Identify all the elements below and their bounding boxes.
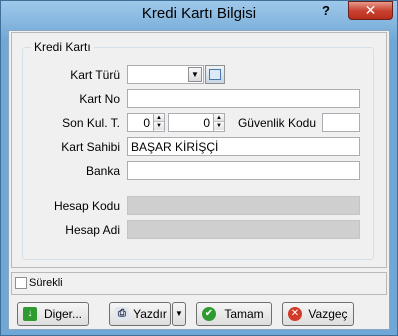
spin-up-icon[interactable]: ▲ [154,114,164,122]
kart-sahibi-label: Kart Sahibi [61,140,120,154]
printer-icon: ⎙ [115,307,129,321]
arrow-down-icon: ↓ [23,307,37,321]
hesap-adi-field [127,220,360,239]
group-legend: Kredi Kartı [31,40,94,54]
tamam-button-label: Tamam [224,307,264,321]
main-panel: Kredi Kartı Kart Türü ▼ Kart No Son Kul.… [11,32,387,268]
button-row: ↓ Diger... ⎙ Yazdır ▼ ✔ Tamam ✕ Vazgeç [9,299,389,329]
chevron-down-icon[interactable]: ▼ [188,67,202,82]
son-kul-month-value: 0 [143,116,150,130]
yazdir-button[interactable]: ⎙ Yazdır [109,302,171,326]
hesap-kodu-label: Hesap Kodu [53,199,120,213]
tamam-button[interactable]: ✔ Tamam [196,302,272,326]
diger-button[interactable]: ↓ Diger... [17,302,89,326]
kart-no-label: Kart No [79,92,120,106]
cancel-icon: ✕ [288,307,302,321]
dialog-client-area: Kredi Kartı Kart Türü ▼ Kart No Son Kul.… [8,30,390,330]
surekli-label[interactable]: Sürekli [29,277,63,289]
kart-turu-label: Kart Türü [70,68,120,82]
spin-down-icon[interactable]: ▼ [154,122,164,130]
month-spin-buttons[interactable]: ▲ ▼ [153,114,164,131]
hesap-kodu-field [127,196,360,215]
banka-input[interactable] [127,161,360,180]
help-button[interactable]: ? [319,3,333,19]
kart-no-input[interactable] [127,89,360,108]
son-kul-month-spinner[interactable]: 0 ▲ ▼ [127,113,165,132]
kart-turu-lookup-button[interactable] [205,65,225,84]
yazdir-button-label: Yazdır [133,307,167,321]
window-title: Kredi Kartı Bilgisi [141,5,257,22]
vazgec-button[interactable]: ✕ Vazgeç [282,302,354,326]
surekli-checkbox[interactable] [15,277,27,289]
kart-turu-dropdown[interactable]: ▼ [127,65,204,84]
vazgec-button-label: Vazgeç [308,307,348,321]
chevron-down-icon: ▼ [175,309,183,318]
title-bar[interactable]: Kredi Kartı Bilgisi ? ✕ [1,1,397,27]
yazdir-dropdown-button[interactable]: ▼ [172,302,186,326]
options-panel: Sürekli [11,272,387,295]
banka-label: Banka [85,164,120,178]
son-kul-year-spinner[interactable]: 0 ▲ ▼ [168,113,225,132]
son-kul-label: Son Kul. T. [62,116,120,130]
kart-sahibi-input[interactable]: BAŞAR KİRİŞÇİ [127,137,360,156]
close-button[interactable]: ✕ [348,1,393,20]
son-kul-year-value: 0 [203,116,210,130]
diger-button-label: Diger... [43,307,82,321]
hesap-adi-label: Hesap Adi [65,223,120,237]
dialog-window: Kredi Kartı Bilgisi ? ✕ Kredi Kartı Kart… [0,0,398,336]
lookup-icon [209,69,221,80]
guvenlik-kodu-label: Güvenlik Kodu [237,116,316,130]
guvenlik-kodu-input[interactable] [322,113,360,132]
checkmark-icon: ✔ [202,307,216,321]
